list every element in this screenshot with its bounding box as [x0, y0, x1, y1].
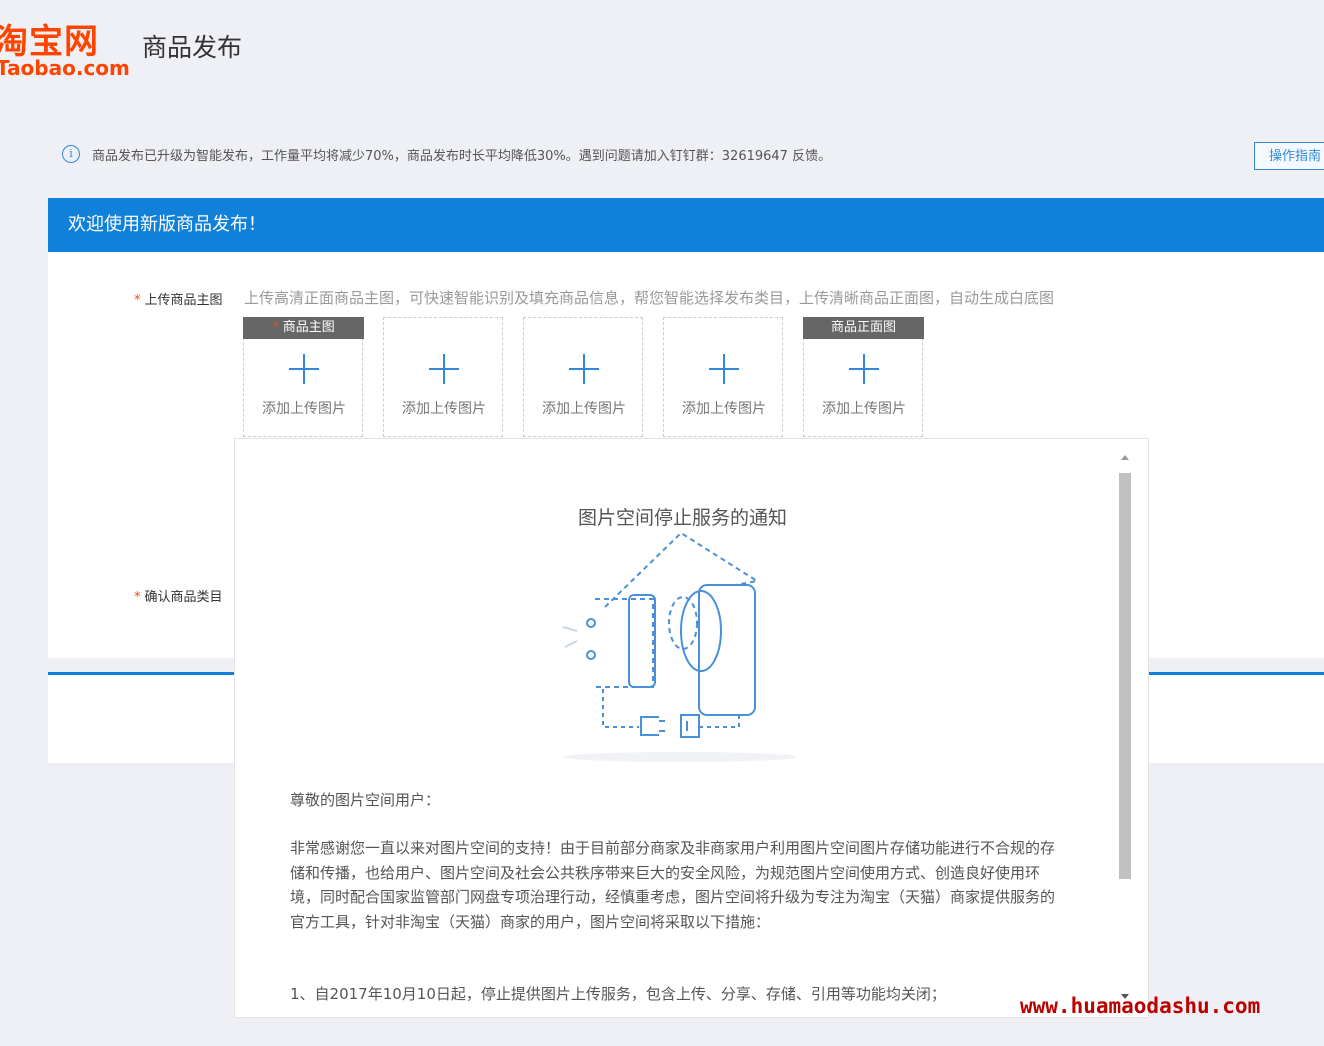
add-image-label: 添加上传图片: [682, 401, 766, 417]
main-image-label-text: 上传商品主图: [144, 293, 223, 308]
plus-icon: [849, 354, 879, 384]
add-image-label: 添加上传图片: [542, 401, 626, 417]
add-image-label: 添加上传图片: [822, 401, 906, 417]
welcome-banner: 欢迎使用新版商品发布！: [48, 198, 1324, 252]
dialog-paragraph: 非常感谢您一直以来对图片空间的支持！由于目前部分商家及非商家用户利用图片空间图片…: [290, 839, 1056, 931]
guide-button[interactable]: 操作指南: [1254, 142, 1324, 170]
slot-tag-main: * 商品主图: [243, 317, 364, 339]
scroll-thumb[interactable]: [1119, 473, 1131, 879]
site-watermark: www.huamaodashu.com: [1020, 994, 1261, 1018]
info-icon: i: [62, 145, 80, 163]
upload-slot-front[interactable]: 商品正面图 添加上传图片: [803, 317, 924, 437]
dialog-item-1: 1、自2017年10月10日起，停止提供图片上传服务，包含上传、分享、存储、引用…: [290, 985, 946, 1003]
service-stop-notice-dialog: 图片空间停止服务的通知 尊敬的图片空间用户： 非常感谢您一直以来对图片空间的支持…: [234, 438, 1149, 1018]
plus-icon: [569, 354, 599, 384]
upload-slot-4[interactable]: 添加上传图片: [663, 317, 783, 437]
slot-tag-label: 商品主图: [282, 320, 335, 335]
unplugged-house-illustration: [562, 531, 795, 762]
required-mark: *: [272, 320, 279, 335]
upgrade-notice: i 商品发布已升级为智能发布，工作量平均将减少70%，商品发布时长平均降低30%…: [62, 142, 831, 166]
upload-slot-main[interactable]: * 商品主图 添加上传图片: [243, 317, 364, 437]
upload-slot-3[interactable]: 添加上传图片: [523, 317, 643, 437]
page-title: 商品发布: [142, 33, 243, 62]
required-mark: *: [134, 590, 141, 605]
add-image-label: 添加上传图片: [402, 401, 486, 417]
dialog-scrollbar[interactable]: [1117, 453, 1133, 1001]
page-header: 淘宝网 Taobao.com 商品发布: [0, 0, 1324, 100]
add-image-label: 添加上传图片: [262, 401, 346, 417]
dialog-title: 图片空间停止服务的通知: [577, 507, 787, 529]
required-mark: *: [134, 293, 141, 308]
slot-tag-front: 商品正面图: [803, 317, 924, 339]
main-image-hint: 上传高清正面商品主图，可快速智能识别及填充商品信息，帮您智能选择发布类目，上传清…: [244, 289, 1055, 307]
main-image-field-label: * 上传商品主图: [134, 289, 223, 308]
dialog-greeting: 尊敬的图片空间用户：: [290, 791, 441, 809]
plus-icon: [429, 354, 459, 384]
plus-icon: [709, 354, 739, 384]
upload-slot-2[interactable]: 添加上传图片: [383, 317, 503, 437]
category-field-label: * 确认商品类目: [134, 586, 223, 605]
category-label-text: 确认商品类目: [144, 590, 223, 605]
scroll-up-arrow-icon[interactable]: [1121, 455, 1129, 460]
taobao-logo-en[interactable]: Taobao.com: [0, 56, 130, 80]
plus-icon: [289, 354, 319, 384]
notice-text: 商品发布已升级为智能发布，工作量平均将减少70%，商品发布时长平均降低30%。遇…: [92, 148, 832, 164]
